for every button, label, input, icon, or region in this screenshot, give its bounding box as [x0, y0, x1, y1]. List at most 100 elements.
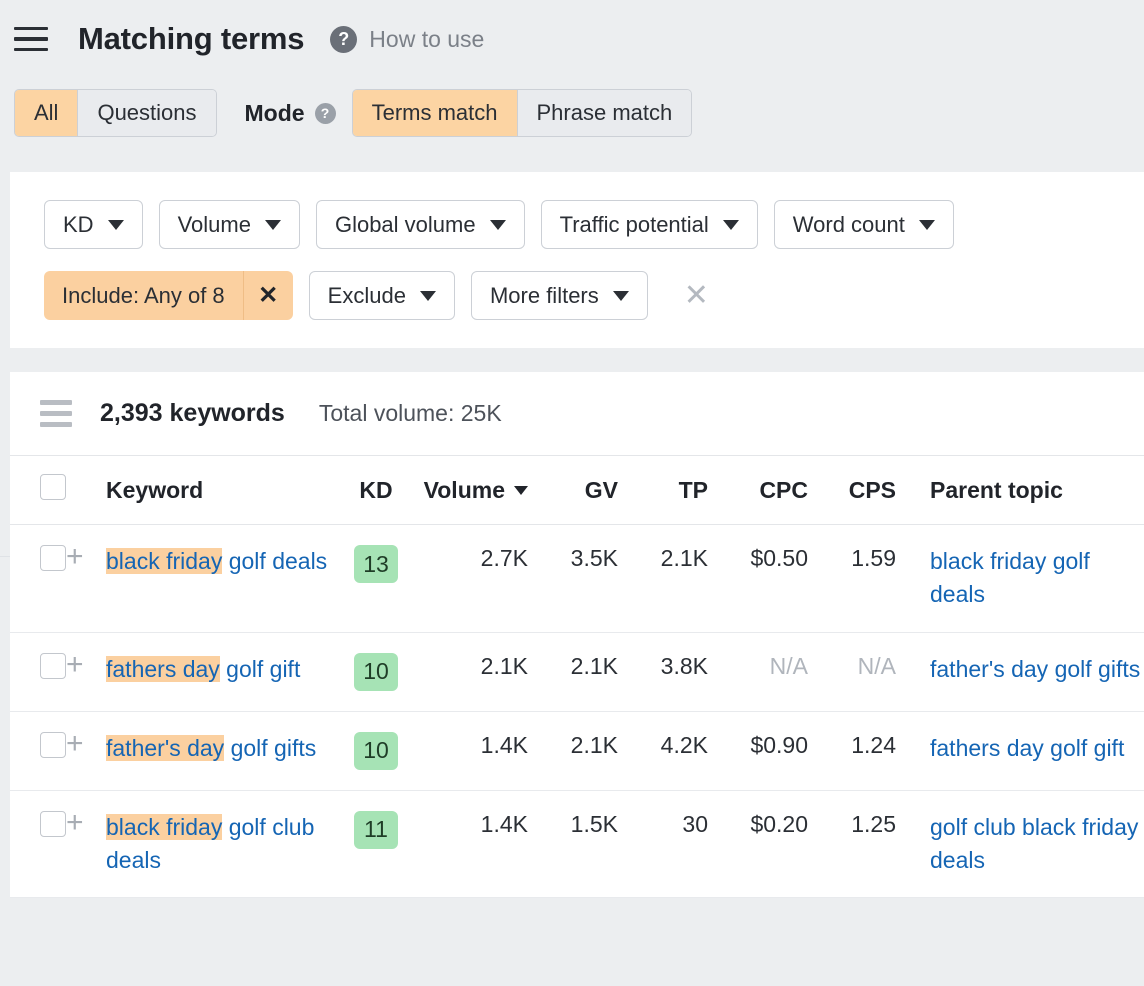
keyword-link[interactable]: father's day golf gifts — [106, 735, 316, 761]
filter-exclude[interactable]: Exclude — [309, 271, 455, 320]
cps-cell: 1.24 — [808, 711, 896, 790]
filter-global-volume-label: Global volume — [335, 212, 476, 238]
keyword-match-highlight: black friday — [106, 814, 222, 840]
filter-row-secondary: Include: Any of 8 ✕ Exclude More filters… — [44, 271, 1144, 320]
filter-word-count-label: Word count — [793, 212, 905, 238]
global-volume-cell: 2.1K — [528, 632, 618, 711]
keywords-table: Keyword KD Volume GV TP CPC CPS Parent t… — [10, 456, 1144, 898]
table-row[interactable]: +father's day golf gifts101.4K2.1K4.2K$0… — [10, 711, 1144, 790]
kd-badge: 11 — [354, 811, 398, 849]
row-expand-cell: + — [66, 632, 106, 711]
chevron-down-icon — [420, 291, 436, 301]
header-keyword[interactable]: Keyword — [106, 456, 342, 525]
filter-volume-label: Volume — [178, 212, 251, 238]
header-cps[interactable]: CPS — [808, 456, 896, 525]
global-volume-cell: 1.5K — [528, 790, 618, 898]
volume-cell: 1.4K — [410, 711, 528, 790]
keyword-link[interactable]: black friday golf deals — [106, 548, 327, 574]
header-cpc[interactable]: CPC — [708, 456, 808, 525]
filter-traffic-potential-label: Traffic potential — [560, 212, 709, 238]
add-keyword-icon[interactable]: + — [66, 811, 84, 835]
keyword-link[interactable]: black friday golf club deals — [106, 814, 314, 873]
select-all-header — [10, 456, 66, 525]
tab-questions[interactable]: Questions — [77, 90, 215, 136]
select-all-checkbox[interactable] — [40, 474, 66, 500]
parent-topic-link[interactable]: fathers day golf gift — [930, 735, 1124, 761]
chevron-down-icon — [265, 220, 281, 230]
cps-cell: 1.25 — [808, 790, 896, 898]
kd-badge: 10 — [354, 653, 398, 691]
help-icon[interactable]: ? — [330, 26, 357, 53]
volume-cell: 2.7K — [410, 525, 528, 633]
filter-kd-label: KD — [63, 212, 94, 238]
row-checkbox[interactable] — [40, 811, 66, 837]
parent-topic-cell: father's day golf gifts — [896, 632, 1144, 711]
filter-kd[interactable]: KD — [44, 200, 143, 249]
add-keyword-icon[interactable]: + — [66, 653, 84, 677]
table-row[interactable]: +fathers day golf gift102.1K2.1K3.8KN/AN… — [10, 632, 1144, 711]
sort-descending-icon — [514, 486, 528, 495]
traffic-potential-cell: 4.2K — [618, 711, 708, 790]
cps-cell: 1.59 — [808, 525, 896, 633]
tab-terms-match[interactable]: Terms match — [353, 90, 517, 136]
add-keyword-icon[interactable]: + — [66, 545, 84, 569]
keyword-match-highlight: father's day — [106, 735, 224, 761]
clear-all-filters-icon[interactable]: ✕ — [684, 281, 709, 311]
filter-include-chip[interactable]: Include: Any of 8 ✕ — [44, 271, 293, 320]
keyword-cell: fathers day golf gift — [106, 632, 342, 711]
row-checkbox[interactable] — [40, 653, 66, 679]
keyword-rest: golf deals — [222, 548, 327, 574]
filter-word-count[interactable]: Word count — [774, 200, 954, 249]
tab-phrase-match[interactable]: Phrase match — [517, 90, 692, 136]
filter-more-filters[interactable]: More filters — [471, 271, 648, 320]
header-tp[interactable]: TP — [618, 456, 708, 525]
row-select-cell — [10, 525, 66, 633]
filter-volume[interactable]: Volume — [159, 200, 300, 249]
filter-global-volume[interactable]: Global volume — [316, 200, 525, 249]
parent-topic-cell: golf club black friday deals — [896, 790, 1144, 898]
cpc-cell: $0.20 — [708, 790, 808, 898]
row-checkbox[interactable] — [40, 732, 66, 758]
mode-label: Mode — [245, 100, 305, 127]
filter-more-filters-label: More filters — [490, 283, 599, 309]
header-volume[interactable]: Volume — [410, 456, 528, 525]
list-view-icon[interactable] — [40, 400, 72, 427]
type-toggle-group: All Questions — [14, 89, 217, 137]
header-gv[interactable]: GV — [528, 456, 618, 525]
table-row[interactable]: +black friday golf deals132.7K3.5K2.1K$0… — [10, 525, 1144, 633]
how-to-use-link[interactable]: How to use — [369, 26, 484, 53]
kd-cell: 10 — [342, 711, 410, 790]
parent-topic-cell: black friday golf deals — [896, 525, 1144, 633]
global-volume-cell: 3.5K — [528, 525, 618, 633]
close-icon[interactable]: ✕ — [243, 271, 293, 320]
filter-include-label: Include: Any of 8 — [44, 271, 243, 320]
header-kd[interactable]: KD — [342, 456, 410, 525]
parent-topic-link[interactable]: golf club black friday deals — [930, 814, 1138, 873]
keyword-link[interactable]: fathers day golf gift — [106, 656, 300, 682]
tab-all[interactable]: All — [15, 90, 77, 136]
mode-help-icon[interactable]: ? — [315, 103, 336, 124]
chevron-down-icon — [613, 291, 629, 301]
filter-exclude-label: Exclude — [328, 283, 406, 309]
row-checkbox[interactable] — [40, 545, 66, 571]
left-gutter — [0, 556, 10, 986]
header-parent-topic[interactable]: Parent topic — [896, 456, 1144, 525]
cpc-cell: $0.90 — [708, 711, 808, 790]
add-keyword-icon[interactable]: + — [66, 732, 84, 756]
chevron-down-icon — [490, 220, 506, 230]
volume-cell: 1.4K — [410, 790, 528, 898]
header-volume-label: Volume — [424, 477, 505, 504]
app-header: Matching terms ? How to use — [0, 0, 1144, 78]
chevron-down-icon — [723, 220, 739, 230]
hamburger-menu-icon[interactable] — [14, 24, 48, 54]
table-header-row: Keyword KD Volume GV TP CPC CPS Parent t… — [10, 456, 1144, 525]
results-panel: 2,393 keywords Total volume: 25K Keyword… — [10, 372, 1144, 898]
parent-topic-link[interactable]: black friday golf deals — [930, 548, 1090, 607]
table-row[interactable]: +black friday golf club deals111.4K1.5K3… — [10, 790, 1144, 898]
kd-badge: 13 — [354, 545, 398, 583]
parent-topic-link[interactable]: father's day golf gifts — [930, 656, 1140, 682]
keyword-cell: black friday golf club deals — [106, 790, 342, 898]
match-toggle-group: Terms match Phrase match — [352, 89, 693, 137]
chevron-down-icon — [108, 220, 124, 230]
filter-traffic-potential[interactable]: Traffic potential — [541, 200, 758, 249]
